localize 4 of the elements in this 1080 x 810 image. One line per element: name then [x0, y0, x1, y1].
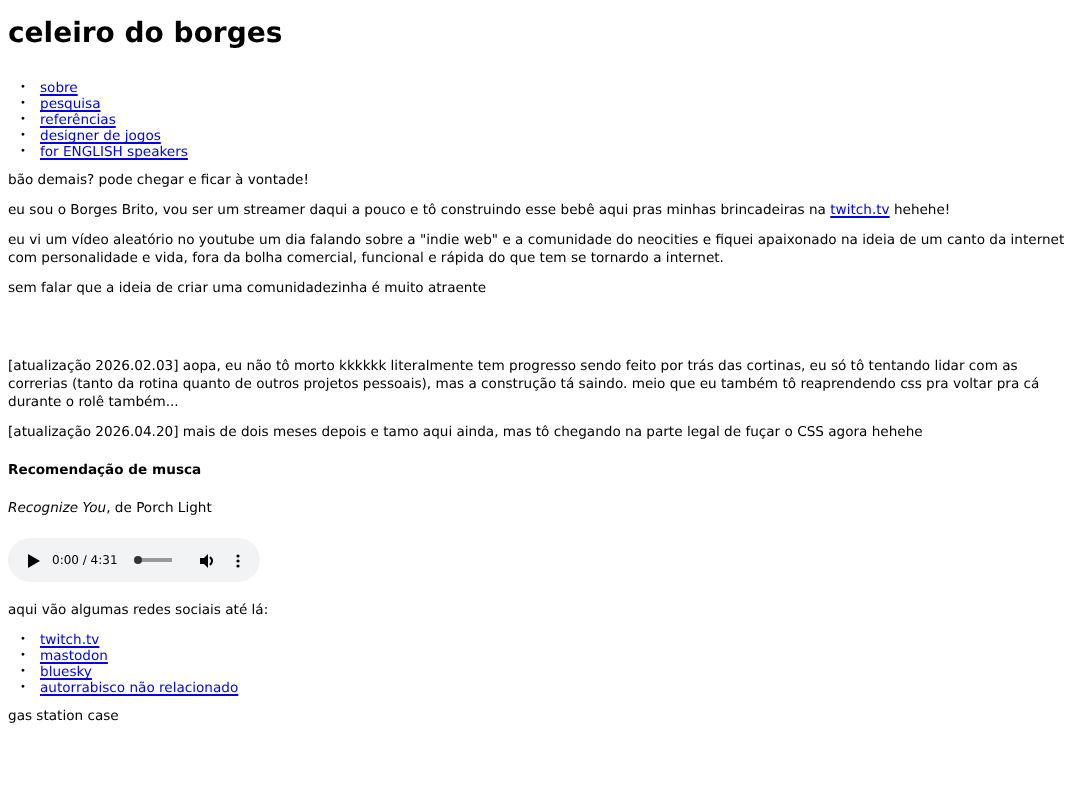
page-title: celeiro do borges [8, 16, 283, 52]
volume-icon[interactable] [200, 553, 216, 567]
play-icon[interactable] [28, 553, 40, 567]
slider-thumb[interactable] [133, 556, 142, 564]
